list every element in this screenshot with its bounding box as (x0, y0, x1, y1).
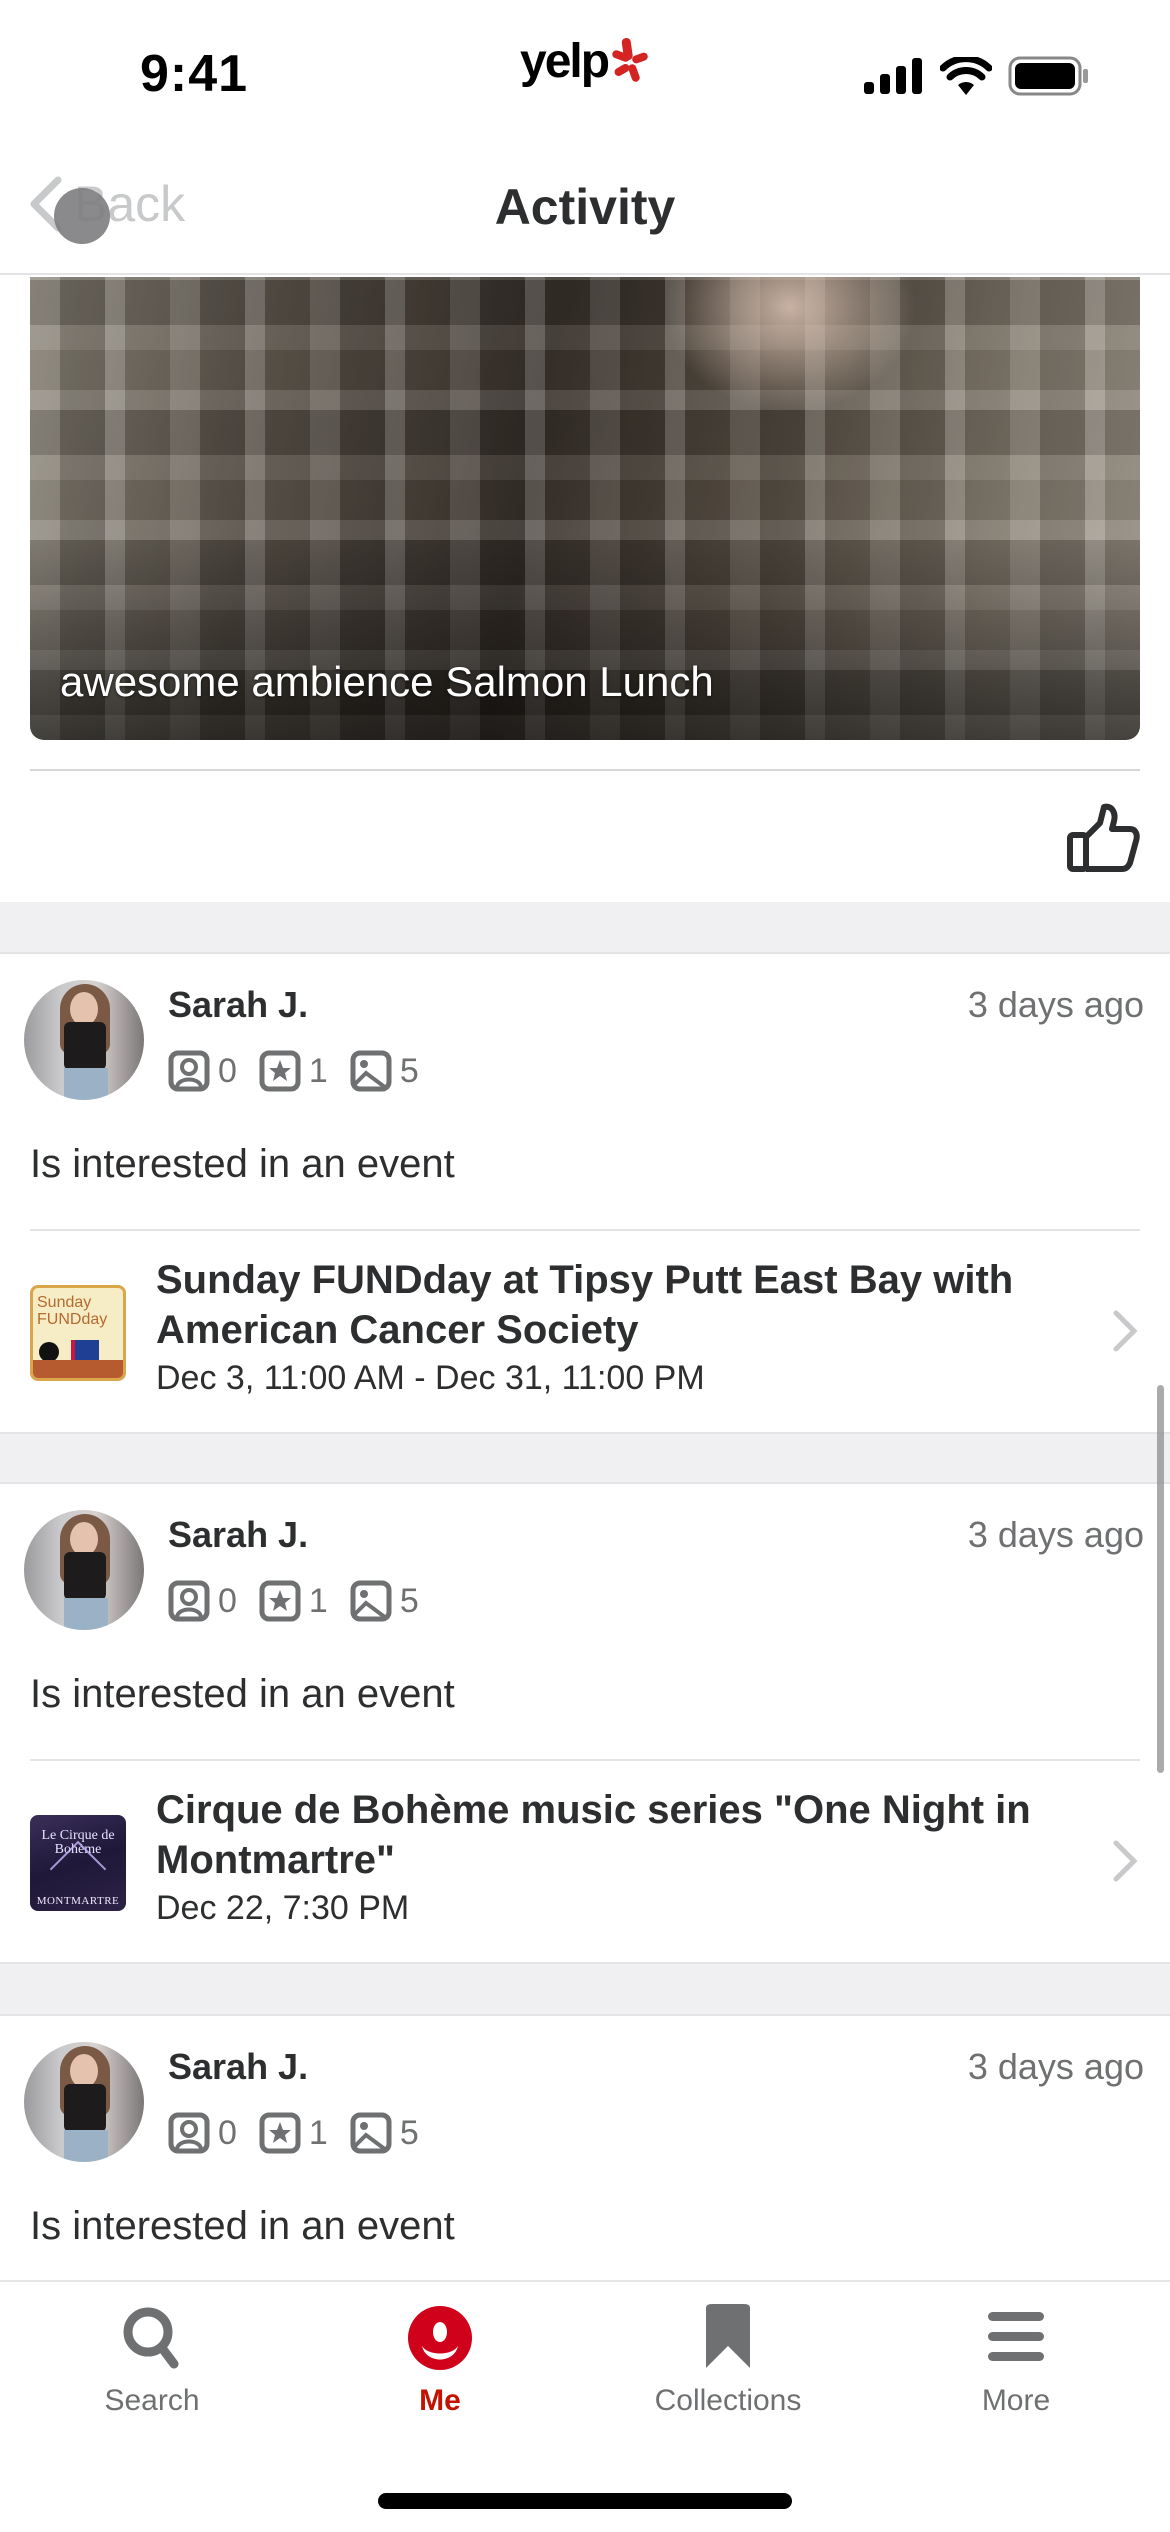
avatar-face (70, 992, 98, 1026)
friends-icon (168, 1050, 210, 1092)
photos-stat: 5 (350, 1050, 419, 1092)
activity-post: Sarah J. 3 days ago 0 1 5 Is interested … (0, 2014, 1170, 2280)
avatar-jeans (64, 2130, 108, 2162)
review-photo[interactable]: awesome ambience Salmon Lunch (30, 277, 1140, 740)
photo-gradient (30, 540, 1140, 740)
friends-icon (168, 2112, 210, 2154)
page-title: Activity (494, 179, 676, 235)
user-name[interactable]: Sarah J. (168, 984, 308, 1026)
search-icon (123, 2307, 179, 2369)
review-star-icon (259, 2112, 301, 2154)
avatar-face (70, 1522, 98, 1556)
review-star-icon (259, 1050, 301, 1092)
activity-description: Is interested in an event (30, 1142, 455, 1186)
reviews-stat: 1 (259, 2112, 328, 2154)
user-name[interactable]: Sarah J. (168, 2046, 308, 2088)
me-icon (408, 2306, 472, 2370)
photo-icon (350, 1050, 392, 1092)
tab-search[interactable]: Search (52, 2302, 252, 2418)
friends-icon (168, 1580, 210, 1622)
thumbnail-text: Sunday FUNDday (37, 1294, 108, 1328)
activity-feed[interactable]: awesome ambience Salmon Lunch Sarah J. 3… (0, 277, 1170, 2280)
event-row[interactable]: Le Cirque de Bohème MONTMARTRE Cirque de… (0, 1761, 1170, 1964)
user-stats: 0 1 5 (168, 1580, 441, 1622)
chevron-right-icon (1113, 1310, 1138, 1352)
activity-description: Is interested in an event (30, 2204, 455, 2248)
friends-count: 0 (218, 2113, 237, 2152)
friends-stat: 0 (168, 1050, 237, 1092)
tab-label: Collections (654, 2384, 802, 2417)
user-stats: 0 1 5 (168, 1050, 441, 1092)
avatar-face (70, 2054, 98, 2088)
tab-more[interactable]: More (916, 2302, 1116, 2418)
photos-count: 5 (399, 2113, 419, 2152)
wifi-icon (940, 57, 992, 95)
photos-count: 5 (399, 1581, 419, 1620)
navigation-bar: Back Activity (0, 130, 1170, 275)
yelp-logo: yelp (520, 36, 648, 96)
tab-me[interactable]: Me (340, 2302, 540, 2418)
photos-stat: 5 (350, 1580, 419, 1622)
event-thumbnail: Sunday FUNDday (30, 1285, 126, 1381)
photos-count: 5 (399, 1051, 419, 1090)
thumbnail-banner (33, 1360, 123, 1378)
event-thumbnail: Le Cirque de Bohème MONTMARTRE (30, 1815, 126, 1911)
timestamp: 3 days ago (967, 2046, 1144, 2087)
status-time: 9:41 (140, 45, 249, 103)
avatar-top (64, 1022, 106, 1070)
event-row[interactable]: Sunday FUNDday Sunday FUNDday at Tipsy P… (0, 1231, 1170, 1434)
activity-description: Is interested in an event (30, 1672, 455, 1716)
event-title: Cirque de Bohème music series "One Night… (156, 1788, 1031, 1882)
cellular-signal-icon (864, 58, 922, 94)
avatar-jeans (64, 1068, 108, 1100)
tab-label: Search (104, 2384, 200, 2417)
divider (30, 769, 1140, 771)
tab-collections[interactable]: Collections (628, 2302, 828, 2418)
avatar[interactable] (24, 980, 144, 1100)
battery-icon (1008, 56, 1088, 96)
photo-caption: awesome ambience Salmon Lunch (60, 658, 714, 705)
reviews-count: 1 (308, 2113, 328, 2152)
friends-stat: 0 (168, 2112, 237, 2154)
reviews-count: 1 (308, 1051, 328, 1090)
yelp-logo-text: yelp (520, 35, 610, 88)
menu-icon (988, 2312, 1044, 2361)
yelp-burst-icon (612, 38, 648, 82)
event-title: Sunday FUNDday at Tipsy Putt East Bay wi… (156, 1258, 1014, 1352)
photo-activity-card: awesome ambience Salmon Lunch (0, 277, 1170, 902)
photo-icon (350, 1580, 392, 1622)
avatar[interactable] (24, 1510, 144, 1630)
timestamp: 3 days ago (967, 1514, 1144, 1555)
scrollbar[interactable] (1157, 1385, 1164, 1773)
tab-label: More (981, 2384, 1051, 2417)
thumbs-up-icon[interactable] (1066, 801, 1140, 873)
friends-stat: 0 (168, 1580, 237, 1622)
reviews-stat: 1 (259, 1580, 328, 1622)
event-date: Dec 3, 11:00 AM - Dec 31, 11:00 PM (156, 1359, 705, 1397)
tab-label: Me (419, 2384, 461, 2417)
avatar-jeans (64, 1598, 108, 1630)
reviews-count: 1 (308, 1581, 328, 1620)
photos-stat: 5 (350, 2112, 419, 2154)
thumbnail-subtext: MONTMARTRE (36, 1895, 120, 1907)
user-name[interactable]: Sarah J. (168, 1514, 308, 1556)
user-stats: 0 1 5 (168, 2112, 441, 2154)
photo-icon (350, 2112, 392, 2154)
bookmark-icon (706, 2304, 750, 2368)
activity-post: Sarah J. 3 days ago 0 1 5 Is interested … (0, 1482, 1170, 1964)
timestamp: 3 days ago (967, 984, 1144, 1025)
thumbnail-logo (39, 1342, 59, 1362)
home-indicator[interactable] (378, 2493, 792, 2509)
chevron-right-icon (1113, 1840, 1138, 1882)
friends-count: 0 (218, 1051, 237, 1090)
friends-count: 0 (218, 1581, 237, 1620)
event-date: Dec 22, 7:30 PM (156, 1889, 410, 1927)
avatar-top (64, 2084, 106, 2132)
avatar-top (64, 1552, 106, 1600)
status-bar: 9:41 yelp (0, 0, 1170, 130)
reviews-stat: 1 (259, 1050, 328, 1092)
activity-post: Sarah J. 3 days ago 0 1 5 Is interested … (0, 952, 1170, 1434)
review-star-icon (259, 1580, 301, 1622)
avatar[interactable] (24, 2042, 144, 2162)
